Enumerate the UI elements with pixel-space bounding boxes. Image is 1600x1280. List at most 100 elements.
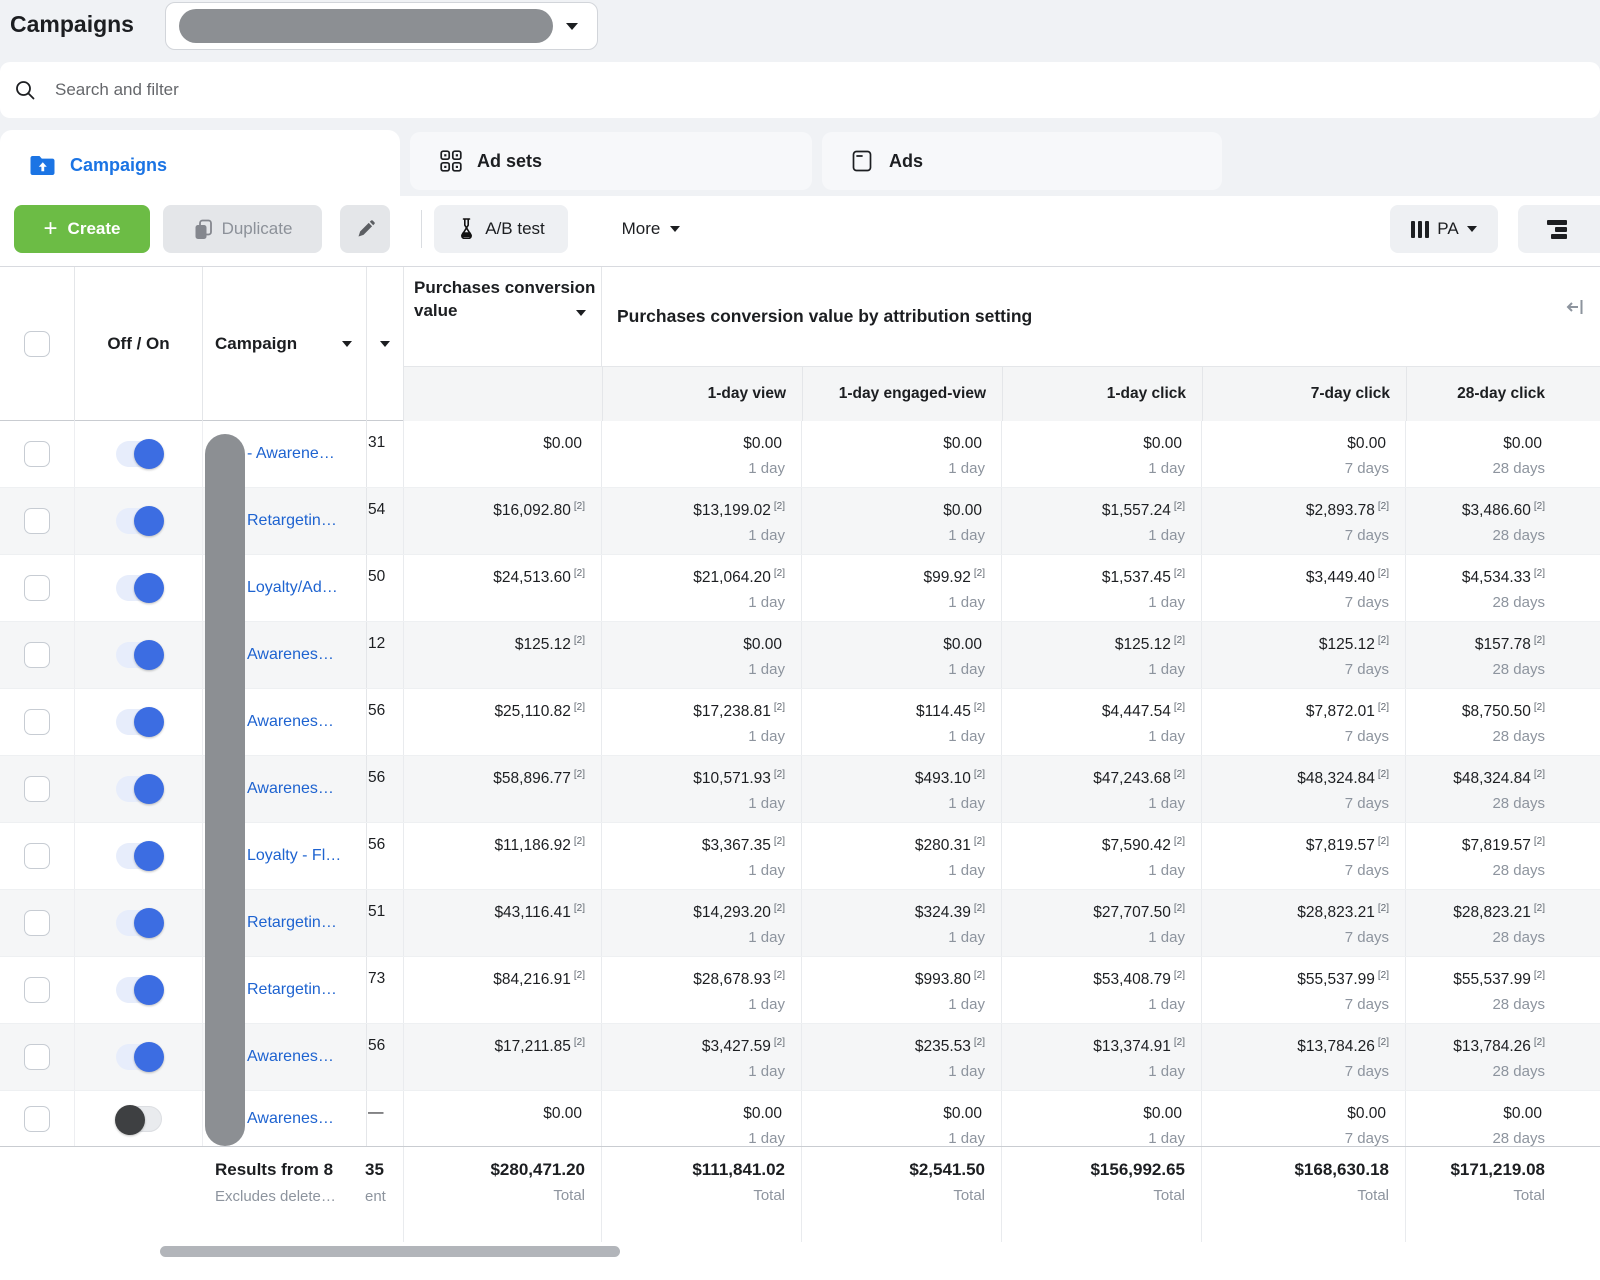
campaign-toggle[interactable]	[116, 776, 162, 802]
total-1-day-click-cell: $156,992.65 Total	[1002, 1147, 1202, 1242]
toolbar: + Create Duplicate A/B test More	[0, 196, 1600, 266]
breakdown-button[interactable]	[1518, 205, 1600, 253]
account-selector-dropdown[interactable]	[165, 2, 598, 50]
7-day-click-cell: $28,823.21[2]7 days	[1202, 890, 1406, 956]
campaign-toggle[interactable]	[116, 508, 162, 534]
campaign-toggle[interactable]	[116, 843, 162, 869]
tab-ad-sets[interactable]: Ad sets	[410, 132, 812, 190]
row-checkbox[interactable]	[24, 843, 50, 869]
campaign-name-link[interactable]: Loyalty - Fl…	[247, 847, 341, 865]
row-checkbox[interactable]	[24, 977, 50, 1003]
purchases-value-cell: $25,110.82[2]	[404, 689, 602, 755]
row-checkbox[interactable]	[24, 441, 50, 467]
scrollbar-thumb[interactable]	[160, 1246, 620, 1257]
row-checkbox-cell	[0, 689, 75, 755]
campaign-name-link[interactable]: Awarenes…	[247, 780, 334, 798]
columns-button[interactable]: PA	[1390, 205, 1498, 253]
row-toggle-cell	[75, 756, 203, 822]
campaign-name-link[interactable]: Awarenes…	[247, 1110, 334, 1128]
horizontal-scrollbar[interactable]	[0, 1242, 1600, 1280]
sort-caret-icon[interactable]	[342, 341, 352, 347]
create-button[interactable]: + Create	[14, 205, 150, 253]
row-checkbox-cell	[0, 756, 75, 822]
results-excludes-text: Excludes delete…	[215, 1188, 367, 1205]
row-checkbox-cell	[0, 1091, 75, 1146]
clipped-column-fragment: 56	[367, 756, 404, 822]
clipped-column-fragment: 73	[367, 957, 404, 1023]
subheader-1-day-engaged-view: 1-day engaged-view	[802, 367, 1002, 421]
campaign-toggle[interactable]	[116, 441, 162, 467]
ab-test-button[interactable]: A/B test	[434, 205, 568, 253]
columns-icon	[1411, 221, 1429, 238]
search-input[interactable]	[55, 80, 655, 100]
campaign-name-link[interactable]: Awarenes…	[247, 646, 334, 664]
row-toggle-cell	[75, 1091, 203, 1146]
purchases-conversion-header[interactable]: Purchases conversion value	[404, 267, 602, 366]
mini-column-header[interactable]	[367, 267, 404, 421]
duplicate-button[interactable]: Duplicate	[163, 205, 322, 253]
row-toggle-cell	[75, 421, 203, 487]
row-checkbox[interactable]	[24, 1044, 50, 1070]
campaign-toggle[interactable]	[116, 709, 162, 735]
purchases-value-cell: $11,186.92[2]	[404, 823, 602, 889]
campaigns-folder-icon	[30, 155, 55, 176]
row-checkbox[interactable]	[24, 709, 50, 735]
1-day-view-cell: $0.001 day	[602, 622, 802, 688]
campaign-name-link[interactable]: Awarenes…	[247, 1048, 334, 1066]
select-all-cell	[0, 267, 75, 421]
row-toggle-cell	[75, 622, 203, 688]
campaign-name-link[interactable]: Awarenes…	[247, 713, 334, 731]
row-checkbox[interactable]	[24, 910, 50, 936]
7-day-click-cell: $7,819.57[2]7 days	[1202, 823, 1406, 889]
edit-button[interactable]	[340, 205, 390, 253]
campaign-name-link[interactable]: Loyalty/Ad…	[247, 579, 338, 597]
row-toggle-cell	[75, 957, 203, 1023]
row-checkbox[interactable]	[24, 508, 50, 534]
row-checkbox[interactable]	[24, 575, 50, 601]
campaign-toggle[interactable]	[116, 642, 162, 668]
select-all-checkbox[interactable]	[24, 331, 50, 357]
row-checkbox[interactable]	[24, 776, 50, 802]
more-button[interactable]: More	[601, 205, 701, 253]
off-on-header: Off / On	[75, 267, 203, 421]
campaign-toggle[interactable]	[116, 1044, 162, 1070]
campaign-name-link[interactable]: Retargetin…	[247, 512, 337, 530]
flask-icon	[457, 218, 476, 240]
row-checkbox[interactable]	[24, 642, 50, 668]
1-day-view-cell: $21,064.20[2]1 day	[602, 555, 802, 621]
campaign-toggle[interactable]	[116, 910, 162, 936]
purchases-value-cell: $0.00	[404, 1091, 602, 1146]
purchases-value-cell: $43,116.41[2]	[404, 890, 602, 956]
attribution-group-header: Purchases conversion value by attributio…	[602, 267, 1600, 366]
collapse-panel-icon[interactable]	[1565, 298, 1585, 316]
1-day-view-cell: $0.001 day	[602, 1091, 802, 1146]
campaign-header[interactable]: Campaign	[203, 267, 367, 421]
campaign-name-link[interactable]: Retargetin…	[247, 981, 337, 999]
clipped-column-fragment: 12	[367, 622, 404, 688]
row-toggle-cell	[75, 1024, 203, 1090]
campaign-name-link[interactable]: Retargetin…	[247, 914, 337, 932]
28-day-click-cell: $28,823.21[2]28 days	[1406, 890, 1600, 956]
campaign-header-label: Campaign	[215, 334, 297, 354]
search-bar[interactable]	[0, 62, 1600, 118]
tab-ads[interactable]: Ads	[822, 132, 1222, 190]
sort-caret-icon[interactable]	[576, 310, 586, 316]
campaign-toggle[interactable]	[116, 575, 162, 601]
campaign-name-link[interactable]: - Awarene…	[247, 445, 335, 463]
tab-ads-label: Ads	[889, 151, 923, 172]
1-day-engaged-view-cell: $0.001 day	[802, 622, 1002, 688]
row-checkbox[interactable]	[24, 1106, 50, 1132]
clipped-column-fragment: 56	[367, 823, 404, 889]
1-day-click-cell: $0.001 day	[1002, 1091, 1202, 1146]
create-button-label: Create	[68, 219, 121, 239]
1-day-view-cell: $3,367.35[2]1 day	[602, 823, 802, 889]
tab-campaigns[interactable]: Campaigns	[0, 130, 400, 200]
tab-campaigns-label: Campaigns	[70, 155, 167, 176]
sort-caret-icon[interactable]	[380, 341, 390, 347]
7-day-click-cell: $0.007 days	[1202, 1091, 1406, 1146]
row-checkbox-cell	[0, 823, 75, 889]
row-toggle-cell	[75, 890, 203, 956]
campaign-toggle[interactable]	[116, 977, 162, 1003]
campaign-toggle[interactable]	[116, 1106, 162, 1132]
page-title: Campaigns	[10, 11, 134, 38]
